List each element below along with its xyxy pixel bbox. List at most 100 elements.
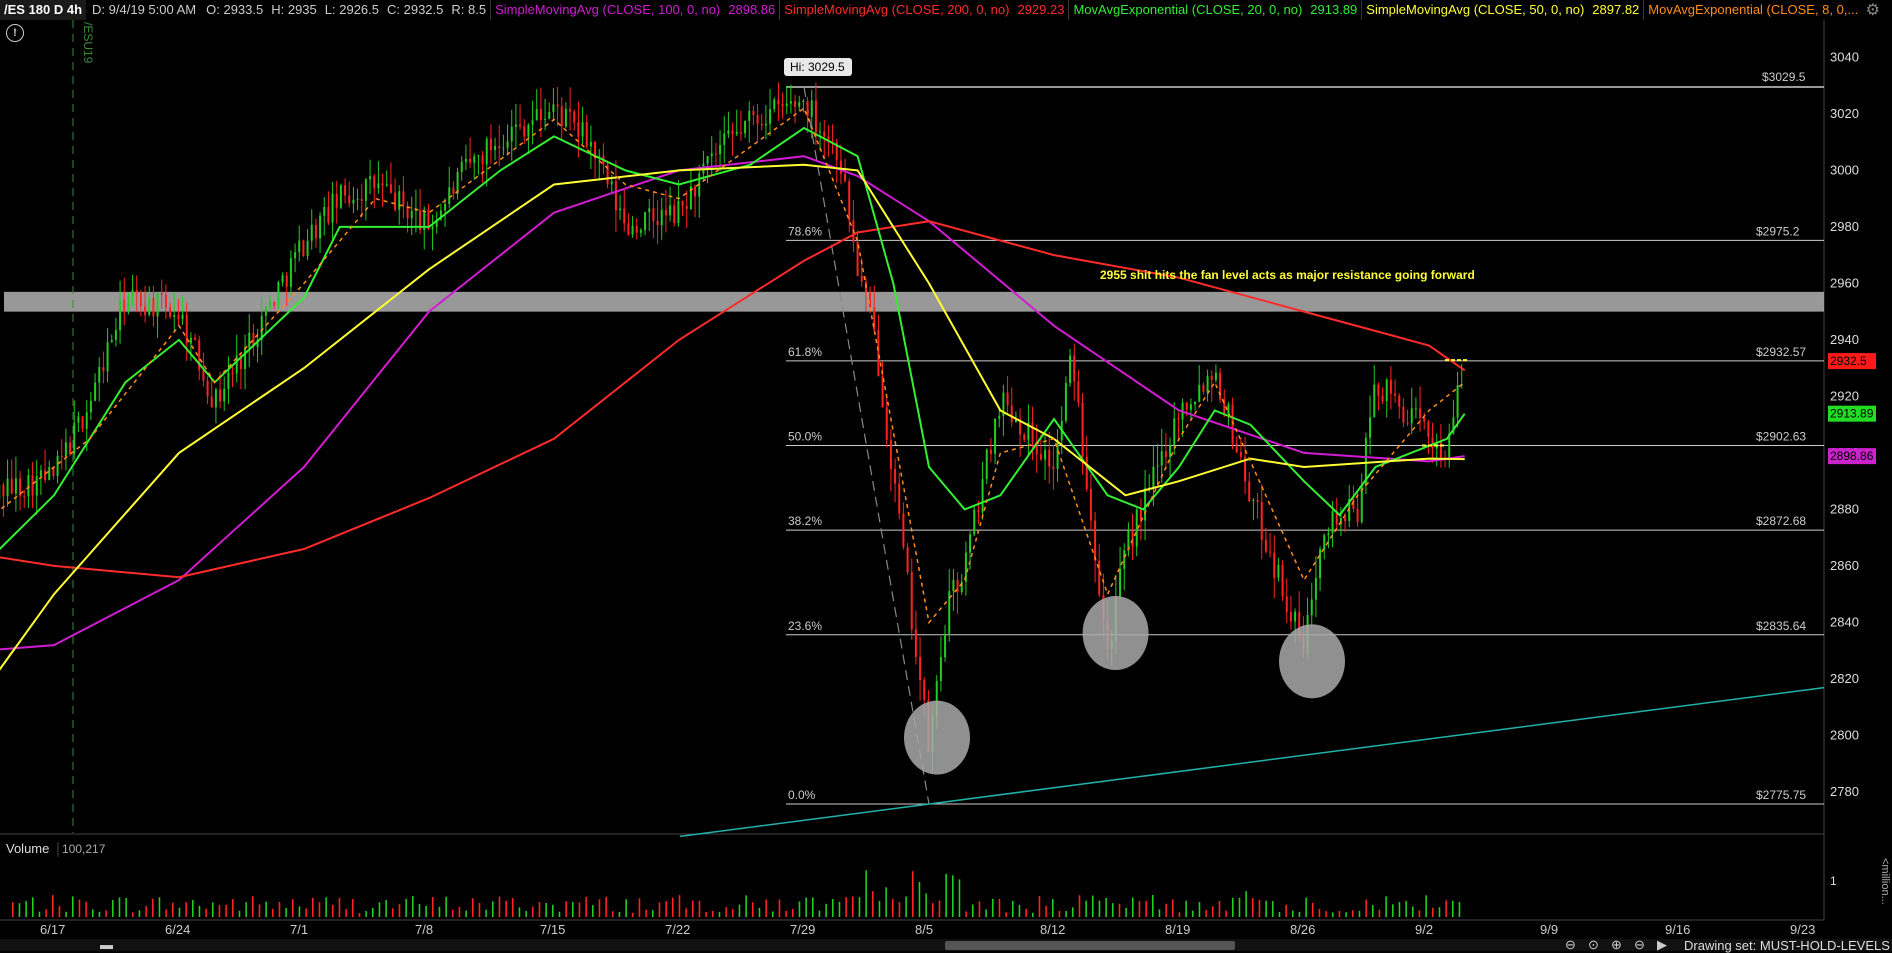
settings-icon[interactable]: ⚙ bbox=[1866, 0, 1880, 20]
candle-body bbox=[544, 119, 546, 120]
volume-bar bbox=[912, 871, 914, 917]
candle-body bbox=[1257, 500, 1259, 502]
volume-bar bbox=[192, 900, 194, 917]
volume-bar bbox=[212, 902, 214, 917]
marked-low-ellipse[interactable] bbox=[1083, 596, 1149, 670]
study-ema8-label[interactable]: MovAvgExponential (CLOSE, 8, 0,... bbox=[1643, 0, 1862, 20]
volume-bar bbox=[685, 908, 687, 917]
volume-bar bbox=[779, 900, 781, 917]
y-tick-label: 3040 bbox=[1830, 49, 1859, 64]
candle-body bbox=[1082, 403, 1084, 457]
marked-low-ellipse[interactable] bbox=[1279, 624, 1345, 698]
candle-body bbox=[27, 475, 29, 496]
volume-bar bbox=[892, 899, 894, 917]
volume-bar bbox=[665, 901, 667, 917]
volume-bar bbox=[32, 897, 34, 917]
fib-level-pct: 61.8% bbox=[788, 345, 822, 359]
volume-bar bbox=[839, 902, 841, 917]
candle-body bbox=[315, 225, 317, 238]
candle-body bbox=[819, 131, 821, 132]
volume-bar bbox=[905, 897, 907, 917]
x-tick-label: 9/9 bbox=[1540, 922, 1558, 937]
candle-body bbox=[898, 484, 900, 514]
candle-body bbox=[177, 315, 179, 319]
resistance-zone[interactable] bbox=[4, 292, 1824, 312]
candle-body bbox=[1427, 421, 1429, 437]
volume-bar bbox=[39, 912, 41, 917]
candle-body bbox=[902, 513, 904, 546]
marked-low-ellipse[interactable] bbox=[904, 701, 970, 775]
candle-body bbox=[1311, 600, 1313, 616]
candle-body bbox=[107, 342, 109, 371]
volume-bar bbox=[619, 912, 621, 917]
info-icon[interactable]: ! bbox=[6, 24, 24, 42]
candle-body bbox=[511, 127, 513, 141]
volume-bar bbox=[1159, 909, 1161, 917]
fib-level-pct: 50.0% bbox=[788, 429, 822, 443]
candle-body bbox=[169, 308, 171, 317]
chart-annotation: 2955 shit hits the fan level acts as maj… bbox=[1100, 268, 1475, 282]
volume-bar bbox=[1399, 902, 1401, 917]
volume-bar bbox=[952, 875, 954, 917]
candle-body bbox=[619, 209, 621, 211]
candle-body bbox=[173, 315, 175, 317]
volume-bar bbox=[452, 910, 454, 917]
candle-body bbox=[1402, 407, 1404, 423]
symbol-label[interactable]: /ES 180 D 4h bbox=[0, 0, 86, 20]
volume-bar bbox=[972, 904, 974, 917]
study-sma200-label[interactable]: SimpleMovingAvg (CLOSE, 200, 0, no) bbox=[779, 0, 1013, 20]
volume-bar bbox=[812, 898, 814, 917]
candle-body bbox=[11, 478, 13, 493]
volume-bar bbox=[1239, 898, 1241, 917]
candle-body bbox=[744, 121, 746, 133]
candle-body bbox=[277, 282, 279, 305]
volume-bar bbox=[279, 902, 281, 917]
volume-bar bbox=[85, 902, 87, 917]
volume-bar bbox=[1225, 910, 1227, 917]
volume-bar bbox=[865, 870, 867, 917]
candle-body bbox=[798, 102, 800, 107]
volume-bar bbox=[552, 905, 554, 917]
candle-body bbox=[952, 580, 954, 591]
candle-body bbox=[1377, 385, 1379, 396]
volume-bar bbox=[739, 905, 741, 917]
candle-body bbox=[302, 241, 304, 256]
x-tick-label: 7/22 bbox=[665, 922, 690, 937]
volume-bar bbox=[1412, 907, 1414, 917]
candle-body bbox=[582, 122, 584, 136]
candle-body bbox=[527, 125, 529, 137]
scroll-left-icon[interactable]: ▬ bbox=[100, 937, 113, 952]
candle-body bbox=[757, 115, 759, 124]
candle-body bbox=[661, 210, 663, 225]
volume-bar bbox=[659, 903, 661, 917]
volume-bar bbox=[705, 912, 707, 917]
price-chart[interactable]: /ESU192780280028202840286028802900292029… bbox=[0, 0, 1892, 951]
volume-bar bbox=[332, 905, 334, 917]
volume-bar bbox=[1032, 913, 1034, 917]
candle-body bbox=[369, 176, 371, 179]
candle-body bbox=[1344, 518, 1346, 521]
study-sma50-value: 2897.82 bbox=[1588, 0, 1643, 20]
volume-bar bbox=[805, 898, 807, 917]
volume-bar bbox=[772, 911, 774, 917]
volume-bar bbox=[365, 911, 367, 917]
candle-body bbox=[669, 205, 671, 215]
candle-body bbox=[815, 100, 817, 132]
candle-body bbox=[94, 383, 96, 401]
scrollbar-thumb[interactable] bbox=[945, 941, 1235, 950]
candle-body bbox=[752, 111, 754, 115]
candle-body bbox=[265, 307, 267, 316]
volume-bar bbox=[1452, 901, 1454, 917]
volume-bar bbox=[579, 902, 581, 917]
candle-body bbox=[211, 397, 213, 408]
candle-body bbox=[1119, 569, 1121, 597]
study-sma50-label[interactable]: SimpleMovingAvg (CLOSE, 50, 0, no) bbox=[1361, 0, 1588, 20]
volume-bar bbox=[1345, 912, 1347, 917]
candle-body bbox=[69, 442, 71, 454]
volume-bar bbox=[785, 911, 787, 917]
candle-body bbox=[1023, 434, 1025, 439]
study-ema20-label[interactable]: MovAvgExponential (CLOSE, 20, 0, no) bbox=[1068, 0, 1306, 20]
volume-bar bbox=[1125, 908, 1127, 917]
study-sma100-label[interactable]: SimpleMovingAvg (CLOSE, 100, 0, no) bbox=[490, 0, 724, 20]
volume-bar bbox=[292, 899, 294, 917]
